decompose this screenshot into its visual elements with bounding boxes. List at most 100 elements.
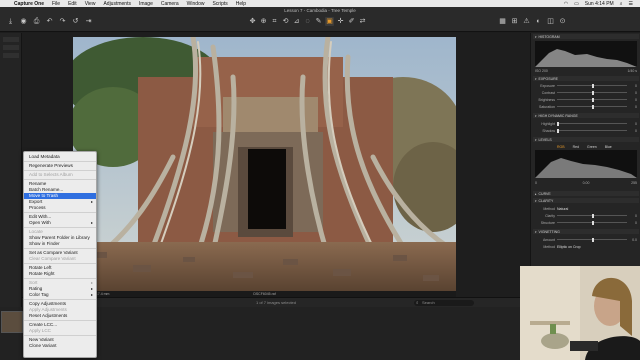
annotate-icon[interactable]: ✐ — [347, 17, 356, 26]
reset-icon[interactable]: ↺ — [71, 17, 80, 26]
slider-value[interactable]: 0 — [627, 105, 637, 109]
histogram — [535, 41, 637, 67]
method-value[interactable]: Natural — [557, 207, 568, 211]
vignetting-method[interactable]: Method Elliptic on Crop — [535, 244, 637, 249]
slider-value[interactable]: 0 — [627, 84, 637, 88]
levels-mid[interactable]: 0.00 — [563, 181, 609, 185]
rotate-icon[interactable]: ⟲ — [281, 17, 290, 26]
search-menu-icon[interactable]: ⌕ — [617, 1, 626, 7]
clarity-header[interactable]: ▾ Clarity — [533, 198, 639, 203]
thumbnail[interactable] — [1, 311, 23, 333]
exposure-slider[interactable]: Exposure 0 — [535, 83, 637, 88]
wifi-icon[interactable]: ◠ — [561, 1, 571, 7]
menu-item-label: Regenerate Previews — [29, 163, 73, 168]
menu-file[interactable]: File — [48, 1, 64, 7]
menu-item-label: Export — [29, 199, 43, 204]
print-icon[interactable]: ⎙ — [32, 17, 41, 26]
tab-green[interactable]: Green — [587, 145, 597, 149]
slider-value[interactable]: 0 — [627, 221, 637, 225]
collapse-icon: ▸ — [535, 191, 537, 196]
slider-value[interactable]: 0.0 — [627, 238, 637, 242]
crop-icon[interactable]: ⌗ — [270, 17, 279, 26]
main-photo[interactable] — [73, 37, 456, 291]
loupe-icon[interactable]: ⊙ — [558, 17, 567, 26]
capture-icon[interactable]: ◉ — [19, 17, 28, 26]
guides-icon[interactable]: ⊞ — [510, 17, 519, 26]
menu-list-icon[interactable]: ☰ — [626, 1, 636, 7]
levels-header[interactable]: ▾ Levels — [533, 137, 639, 142]
slider-label: Structure — [540, 220, 555, 225]
compare-icon[interactable]: ◫ — [546, 17, 555, 26]
slider-value[interactable]: 0 — [627, 98, 637, 102]
menu-item-label: Reset Adjustments — [29, 313, 68, 318]
contrast-slider[interactable]: Contrast 0 — [535, 90, 637, 95]
menu-adjustments[interactable]: Adjustments — [99, 1, 135, 7]
battery-icon[interactable]: ▭ — [571, 1, 582, 7]
amount-slider[interactable]: Amount 0.0 — [535, 237, 637, 242]
structure-slider[interactable]: Structure 0 — [535, 220, 637, 225]
spot-icon[interactable]: ◌ — [303, 17, 312, 26]
hand-icon[interactable]: ✥ — [248, 17, 257, 26]
levels-histogram[interactable] — [535, 150, 637, 178]
slider-value[interactable]: 0 — [627, 214, 637, 218]
tab-blue[interactable]: Blue — [605, 145, 612, 149]
menu-item-clone-variant[interactable]: Clone Variant — [24, 343, 96, 349]
tab-red[interactable]: Red — [573, 145, 579, 149]
clarity-method[interactable]: Method Natural — [535, 206, 637, 211]
menu-image[interactable]: Image — [135, 1, 157, 7]
brightness-slider[interactable]: Brightness 0 — [535, 97, 637, 102]
library-item[interactable] — [3, 37, 19, 42]
slider-value[interactable]: 0 — [627, 122, 637, 126]
exposure-title: Exposure — [538, 76, 558, 81]
library-item[interactable] — [3, 53, 19, 58]
brush-icon[interactable]: ✎ — [314, 17, 323, 26]
library-item[interactable] — [3, 45, 19, 50]
import-icon[interactable]: ⤓ — [6, 17, 15, 26]
levels-high[interactable]: 255 — [609, 181, 637, 185]
curve-header[interactable]: ▸ Curve — [533, 191, 639, 196]
menu-app[interactable]: Capture One — [10, 1, 48, 7]
menu-help[interactable]: Help — [232, 1, 250, 7]
copy-apply-icon[interactable]: ⇄ — [358, 17, 367, 26]
keystone-icon[interactable]: ⊿ — [292, 17, 301, 26]
tab-rgb[interactable]: RGB — [557, 145, 565, 149]
menu-item-label: Edit With... — [29, 214, 52, 219]
histogram-header[interactable]: ▾ HISTOGRAM — [533, 34, 639, 39]
collapse-icon: ▾ — [535, 137, 537, 142]
mask-icon[interactable]: ▣ — [325, 17, 334, 26]
highlight-slider[interactable]: Highlight 0 — [535, 121, 637, 126]
hdr-header[interactable]: ▾ High Dynamic Range — [533, 113, 639, 118]
undo-icon[interactable]: ↶ — [45, 17, 54, 26]
exposure-header[interactable]: ▾ Exposure — [533, 76, 639, 81]
filename: DSCF6045.raf — [253, 292, 276, 296]
clarity-slider[interactable]: Clarity 0 — [535, 213, 637, 218]
exif-row: ISO 200 1/40 s — [535, 69, 637, 74]
grid-icon[interactable]: ▦ — [498, 17, 507, 26]
menu-window[interactable]: Window — [183, 1, 209, 7]
redo-icon[interactable]: ↷ — [58, 17, 67, 26]
shadow-slider[interactable]: Shadow 0 — [535, 128, 637, 133]
menu-item-label: Rating — [29, 286, 43, 291]
menu-item-label: Color Tag — [29, 292, 49, 297]
zoom-icon[interactable]: ⊕ — [259, 17, 268, 26]
levels-title: Levels — [538, 137, 552, 142]
proof-icon[interactable]: ◐ — [534, 17, 543, 26]
exposure-warning-icon[interactable]: ⚠ — [522, 17, 531, 26]
clock[interactable]: Sun 4:14 PM — [582, 1, 617, 7]
saturation-slider[interactable]: Saturation 0 — [535, 104, 637, 109]
slider-value[interactable]: 0 — [627, 129, 637, 133]
vignetting-header[interactable]: ▾ Vignetting — [533, 229, 639, 234]
copy-icon[interactable]: ⇥ — [84, 17, 93, 26]
collapse-icon: ▾ — [535, 229, 537, 234]
picker-icon[interactable]: ✛ — [336, 17, 345, 26]
levels-low[interactable]: 0 — [535, 181, 563, 185]
menu-camera[interactable]: Camera — [157, 1, 183, 7]
search-input[interactable]: ⌕ Search — [414, 300, 474, 306]
method-value[interactable]: Elliptic on Crop — [557, 245, 581, 249]
slider-value[interactable]: 0 — [627, 91, 637, 95]
menu-edit[interactable]: Edit — [64, 1, 81, 7]
search-placeholder: Search — [422, 300, 435, 305]
slider-label: Shadow — [542, 128, 555, 133]
menu-view[interactable]: View — [81, 1, 100, 7]
menu-scripts[interactable]: Scripts — [208, 1, 231, 7]
